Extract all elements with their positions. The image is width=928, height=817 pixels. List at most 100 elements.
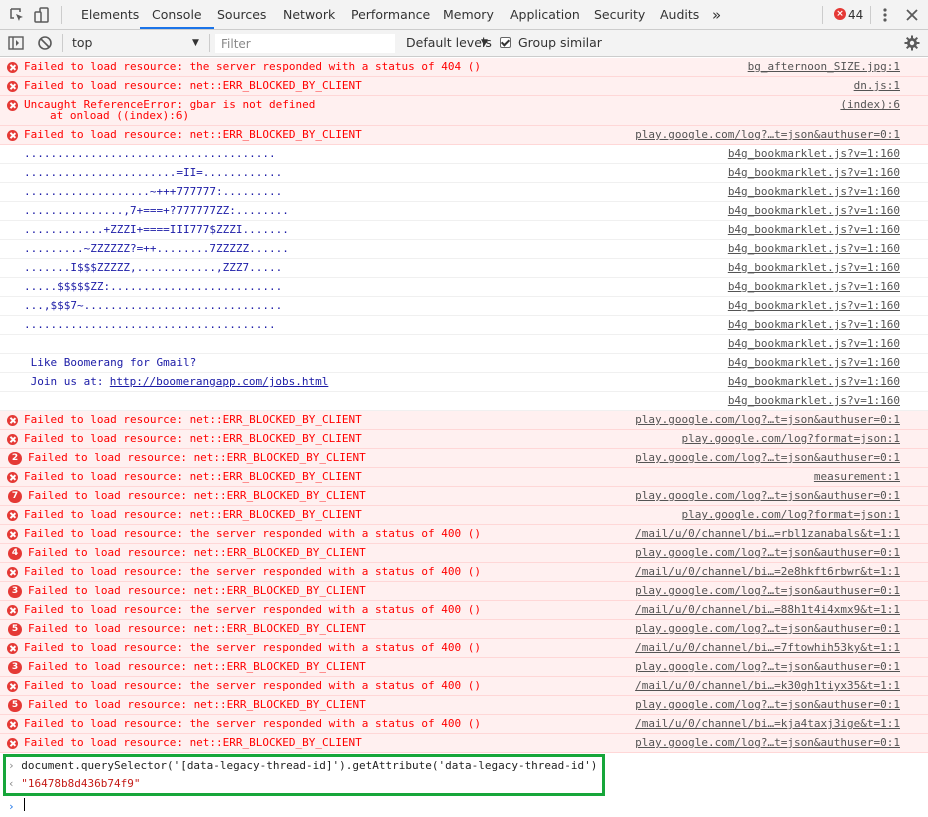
source-link[interactable]: b4g_bookmarklet.js?v=1:160 bbox=[728, 297, 900, 315]
error-message-row[interactable]: Failed to load resource: the server resp… bbox=[0, 601, 928, 620]
source-link[interactable]: play.google.com/log?…t=json&authuser=0:1 bbox=[635, 658, 900, 676]
source-link[interactable]: b4g_bookmarklet.js?v=1:160 bbox=[728, 335, 900, 353]
error-message-row[interactable]: Failed to load resource: net::ERR_BLOCKE… bbox=[0, 468, 928, 487]
filter-input[interactable] bbox=[215, 34, 395, 53]
log-message-row[interactable]: .......I$$$ZZZZZ,............,ZZZ7..... b… bbox=[0, 259, 928, 278]
log-message-row[interactable]: .......................=II=............ b… bbox=[0, 164, 928, 183]
log-message-row[interactable]: ...............,7+===+?777777ZZ:........… bbox=[0, 202, 928, 221]
stack-trace-line[interactable]: at onload ((index):6) bbox=[50, 108, 189, 124]
source-link[interactable]: /mail/u/0/channel/bi…=7ftowhih53ky&t=1:1 bbox=[635, 639, 900, 657]
source-link[interactable]: play.google.com/log?format=json:1 bbox=[681, 506, 900, 524]
more-tabs-icon[interactable]: » bbox=[712, 0, 721, 29]
log-message-row[interactable]: b4g_bookmarklet.js?v=1:160 bbox=[0, 335, 928, 354]
source-link[interactable]: play.google.com/log?…t=json&authuser=0:1 bbox=[635, 544, 900, 562]
levels-dropdown-icon[interactable]: ▼ bbox=[481, 30, 488, 56]
error-message-row[interactable]: Failed to load resource: the server resp… bbox=[0, 677, 928, 696]
error-message-row[interactable]: 5 Failed to load resource: net::ERR_BLOCK… bbox=[0, 696, 928, 715]
tab-sources[interactable]: Sources bbox=[217, 0, 266, 29]
source-link[interactable]: play.google.com/log?…t=json&authuser=0:1 bbox=[635, 449, 900, 467]
log-levels-dropdown[interactable]: Default levels bbox=[406, 30, 492, 56]
source-link[interactable]: play.google.com/log?format=json:1 bbox=[681, 430, 900, 448]
source-link[interactable]: b4g_bookmarklet.js?v=1:160 bbox=[728, 145, 900, 163]
sidebar-toggle-icon[interactable] bbox=[7, 34, 25, 52]
error-count-icon[interactable]: × bbox=[834, 8, 846, 20]
log-message-row[interactable]: .........~ZZZZZZ?=++........7ZZZZZ......… bbox=[0, 240, 928, 259]
source-link[interactable]: b4g_bookmarklet.js?v=1:160 bbox=[728, 278, 900, 296]
error-message-row[interactable]: Failed to load resource: the server resp… bbox=[0, 525, 928, 544]
log-message-row[interactable]: Like Boomerang for Gmail? b4g_bookmarklet… bbox=[0, 354, 928, 373]
source-link[interactable]: dn.js:1 bbox=[854, 77, 900, 95]
clear-console-icon[interactable] bbox=[36, 34, 54, 52]
log-message-row[interactable]: .....$$$$$ZZ:.......................... b… bbox=[0, 278, 928, 297]
source-link[interactable]: b4g_bookmarklet.js?v=1:160 bbox=[728, 221, 900, 239]
error-message-row[interactable]: Failed to load resource: the server resp… bbox=[0, 58, 928, 77]
error-message-row[interactable]: Failed to load resource: the server resp… bbox=[0, 715, 928, 734]
source-link[interactable]: play.google.com/log?…t=json&authuser=0:1 bbox=[635, 734, 900, 752]
error-message-row[interactable]: Uncaught ReferenceError: gbar is not def… bbox=[0, 96, 928, 126]
source-link[interactable]: b4g_bookmarklet.js?v=1:160 bbox=[728, 392, 900, 410]
error-message-row[interactable]: 3 Failed to load resource: net::ERR_BLOCK… bbox=[0, 582, 928, 601]
error-message-row[interactable]: Failed to load resource: net::ERR_BLOCKE… bbox=[0, 430, 928, 449]
error-message-row[interactable]: Failed to load resource: the server resp… bbox=[0, 639, 928, 658]
source-link[interactable]: play.google.com/log?…t=json&authuser=0:1 bbox=[635, 411, 900, 429]
tab-performance[interactable]: Performance bbox=[351, 0, 430, 29]
device-toolbar-icon[interactable] bbox=[33, 6, 51, 24]
source-link[interactable]: play.google.com/log?…t=json&authuser=0:1 bbox=[635, 696, 900, 714]
tab-elements[interactable]: Elements bbox=[81, 0, 139, 29]
tab-security[interactable]: Security bbox=[594, 0, 645, 29]
source-link[interactable]: b4g_bookmarklet.js?v=1:160 bbox=[728, 183, 900, 201]
group-similar-checkbox[interactable] bbox=[500, 37, 511, 48]
error-message-row[interactable]: 3 Failed to load resource: net::ERR_BLOCK… bbox=[0, 658, 928, 677]
source-link[interactable]: b4g_bookmarklet.js?v=1:160 bbox=[728, 316, 900, 334]
error-message-row[interactable]: Failed to load resource: net::ERR_BLOCKE… bbox=[0, 411, 928, 430]
source-link[interactable]: /mail/u/0/channel/bi…=kja4taxj3ige&t=1:1 bbox=[635, 715, 900, 733]
source-link[interactable]: /mail/u/0/channel/bi…=k30gh1tiyx35&t=1:1 bbox=[635, 677, 900, 695]
error-message-row[interactable]: 5 Failed to load resource: net::ERR_BLOCK… bbox=[0, 620, 928, 639]
tab-network[interactable]: Network bbox=[283, 0, 335, 29]
source-link[interactable]: b4g_bookmarklet.js?v=1:160 bbox=[728, 373, 900, 391]
log-message-row[interactable]: ...,$$$7~.............................. b… bbox=[0, 297, 928, 316]
source-link[interactable]: /mail/u/0/channel/bi…=2e8hkft6rbwr&t=1:1 bbox=[635, 563, 900, 581]
error-message-row[interactable]: Failed to load resource: net::ERR_BLOCKE… bbox=[0, 506, 928, 525]
source-link[interactable]: /mail/u/0/channel/bi…=rbl1zanabals&t=1:1 bbox=[635, 525, 900, 543]
kebab-menu-icon[interactable] bbox=[876, 6, 894, 24]
context-selector[interactable]: top bbox=[72, 30, 92, 56]
source-link[interactable]: b4g_bookmarklet.js?v=1:160 bbox=[728, 202, 900, 220]
log-message-row[interactable]: b4g_bookmarklet.js?v=1:160 bbox=[0, 392, 928, 411]
log-message-row[interactable]: ...................~+++777777:......... b… bbox=[0, 183, 928, 202]
close-icon[interactable] bbox=[903, 6, 921, 24]
context-dropdown-icon[interactable]: ▼ bbox=[192, 30, 199, 56]
source-link[interactable]: b4g_bookmarklet.js?v=1:160 bbox=[728, 164, 900, 182]
error-message-row[interactable]: Failed to load resource: the server resp… bbox=[0, 563, 928, 582]
log-message-row[interactable]: Join us at: http://boomerangapp.com/jobs… bbox=[0, 373, 928, 392]
source-link[interactable]: play.google.com/log?…t=json&authuser=0:1 bbox=[635, 620, 900, 638]
source-link[interactable]: bg_afternoon_SIZE.jpg:1 bbox=[748, 58, 900, 76]
tab-memory[interactable]: Memory bbox=[443, 0, 494, 29]
source-link[interactable]: b4g_bookmarklet.js?v=1:160 bbox=[728, 354, 900, 372]
inspect-element-icon[interactable] bbox=[8, 6, 26, 24]
source-link[interactable]: b4g_bookmarklet.js?v=1:160 bbox=[728, 240, 900, 258]
log-message-row[interactable]: ............+ZZZI+====III777$ZZZI.......… bbox=[0, 221, 928, 240]
error-message-row[interactable]: Failed to load resource: net::ERR_BLOCKE… bbox=[0, 77, 928, 96]
error-message-row[interactable]: 4 Failed to load resource: net::ERR_BLOCK… bbox=[0, 544, 928, 563]
source-link[interactable]: play.google.com/log?…t=json&authuser=0:1 bbox=[635, 126, 900, 144]
error-message-row[interactable]: 2 Failed to load resource: net::ERR_BLOCK… bbox=[0, 449, 928, 468]
tab-application[interactable]: Application bbox=[510, 0, 580, 29]
error-message-row[interactable]: Failed to load resource: net::ERR_BLOCKE… bbox=[0, 126, 928, 145]
source-link[interactable]: b4g_bookmarklet.js?v=1:160 bbox=[728, 259, 900, 277]
settings-gear-icon[interactable] bbox=[903, 34, 921, 52]
source-link[interactable]: play.google.com/log?…t=json&authuser=0:1 bbox=[635, 582, 900, 600]
source-link[interactable]: measurement:1 bbox=[814, 468, 900, 486]
error-message-row[interactable]: Failed to load resource: net::ERR_BLOCKE… bbox=[0, 734, 928, 753]
log-message-row[interactable]: ...................................... b4… bbox=[0, 316, 928, 335]
jobs-link[interactable]: http://boomerangapp.com/jobs.html bbox=[110, 373, 329, 391]
log-message-row[interactable]: ...................................... b4… bbox=[0, 145, 928, 164]
tab-audits[interactable]: Audits bbox=[660, 0, 699, 29]
console-input-caret[interactable] bbox=[24, 798, 25, 811]
error-count[interactable]: 44 bbox=[848, 0, 863, 30]
tab-console[interactable]: Console bbox=[140, 0, 214, 29]
source-link[interactable]: (index):6 bbox=[840, 96, 900, 114]
source-link[interactable]: /mail/u/0/channel/bi…=88h1t4i4xmx9&t=1:1 bbox=[635, 601, 900, 619]
source-link[interactable]: play.google.com/log?…t=json&authuser=0:1 bbox=[635, 487, 900, 505]
error-message-row[interactable]: 7 Failed to load resource: net::ERR_BLOCK… bbox=[0, 487, 928, 506]
